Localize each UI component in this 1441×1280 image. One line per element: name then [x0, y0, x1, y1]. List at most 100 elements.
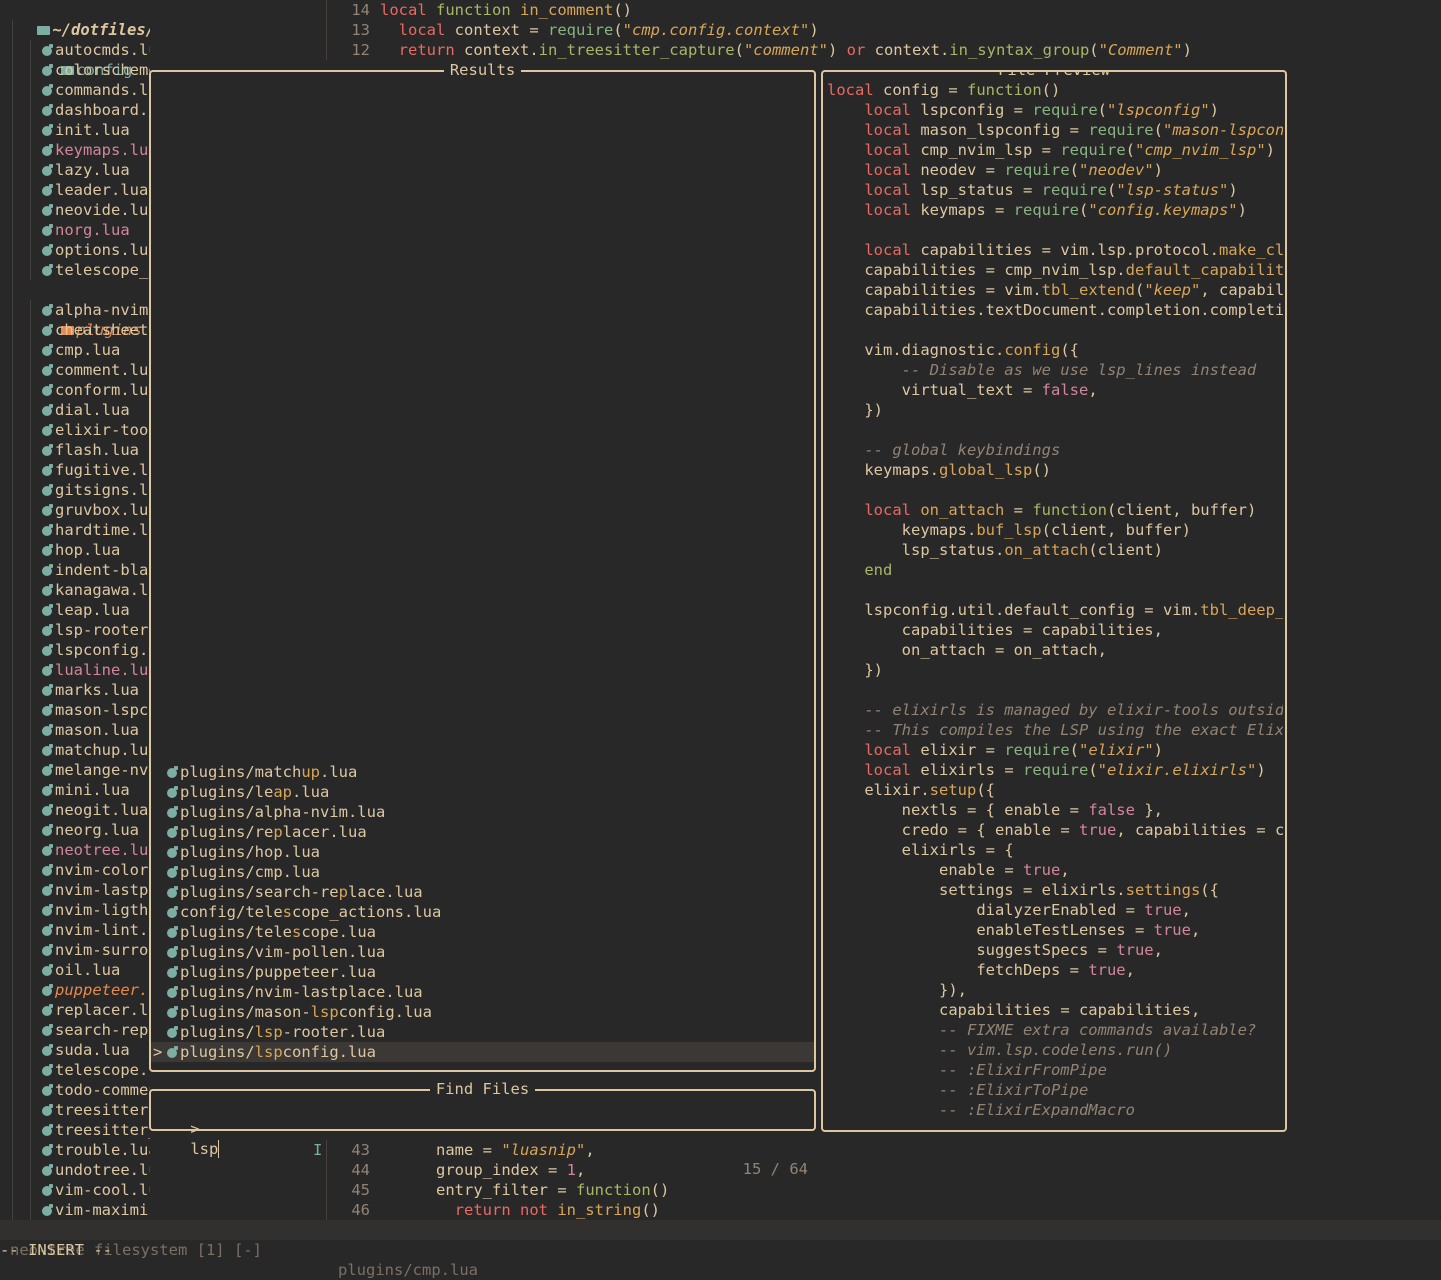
tree-file-item[interactable]: cmp.lua [0, 340, 150, 360]
tree-file-item[interactable]: treesitter. [0, 1100, 150, 1120]
tree-file-item[interactable]: mason.lua [0, 720, 150, 740]
code-line[interactable]: 43 name = "luasnip", [330, 1140, 1441, 1160]
result-item[interactable]: plugins/hop.lua [151, 842, 814, 862]
result-item[interactable]: plugins/puppeteer.lua [151, 962, 814, 982]
lua-file-icon [42, 84, 53, 96]
result-item[interactable]: plugins/nvim-lastplace.lua [151, 982, 814, 1002]
tree-file-item[interactable]: treesitter_ [0, 1120, 150, 1140]
tree-file-item[interactable]: vim-maximizer.lua [0, 1200, 150, 1220]
tree-file-item[interactable]: kanagawa.lu [0, 580, 150, 600]
tree-file-item[interactable]: autocmds.lua [0, 40, 150, 60]
telescope-prompt[interactable]: Find Files > lsp 15 / 64 [149, 1080, 816, 1178]
bottom-editor[interactable]: 43 name = "luasnip", 44 group_index = 1, 4… [330, 1140, 1441, 1220]
tree-file-item[interactable]: neovide.lua [0, 200, 150, 220]
result-item[interactable]: plugins/search-replace.lua [151, 882, 814, 902]
tree-file-item[interactable]: vim-cool.lua [0, 1180, 150, 1200]
tree-file-item[interactable]: conform.lua [0, 380, 150, 400]
result-item[interactable]: plugins/alpha-nvim.lua [151, 802, 814, 822]
tree-file-item[interactable]: init.lua [0, 120, 150, 140]
tree-file-item[interactable]: fugitive.lu [0, 460, 150, 480]
result-item[interactable]: plugins/mason-lspconfig.lua [151, 1002, 814, 1022]
tree-file-item[interactable]: hop.lua [0, 540, 150, 560]
prompt-input[interactable]: lsp [190, 1140, 220, 1158]
tree-file-item[interactable]: hardtime.lu [0, 520, 150, 540]
tree-file-item[interactable]: leap.lua [0, 600, 150, 620]
tree-file-item[interactable]: norg.lua [0, 220, 150, 240]
tree-file-item[interactable]: cheatsheet. [0, 320, 150, 340]
tree-file-item[interactable]: trouble.lua [0, 1140, 150, 1160]
file-preview[interactable]: File Preview local config = function() l… [821, 70, 1287, 1132]
tree-file-item[interactable]: dashboard.l [0, 100, 150, 120]
tree-file-item[interactable]: commands.lu [0, 80, 150, 100]
tree-file-item[interactable]: neotree.lua [0, 840, 150, 860]
tree-file-item[interactable]: lualine.lua [0, 660, 150, 680]
tree-file-item[interactable]: lspconfig.l [0, 640, 150, 660]
tree-file-item[interactable]: nvim-lint.l [0, 920, 150, 940]
telescope-results[interactable]: Results plugins/matchup.lua plugins/leap.… [149, 61, 816, 1072]
tree-file-item[interactable]: undotree.lua [0, 1160, 150, 1180]
tree-file-item[interactable]: gitsigns.lu [0, 480, 150, 500]
file-tree[interactable]: ~/dotfiles/.config/nvim/lua config autoc… [0, 0, 150, 1220]
code-line[interactable]: 14 local function in_comment() [330, 0, 1441, 20]
tree-file-item[interactable]: nvim-colori [0, 860, 150, 880]
code-line[interactable]: 13 local context = require("cmp.config.c… [330, 20, 1441, 40]
tree-file-item[interactable]: flash.lua [0, 440, 150, 460]
tree-file-item[interactable]: mini.lua [0, 780, 150, 800]
tree-file-item[interactable]: oil.lua [0, 960, 150, 980]
tree-file-item[interactable]: replacer.lu [0, 1000, 150, 1020]
tree-file-item[interactable]: neogit.lua [0, 800, 150, 820]
tree-file-item[interactable]: neorg.lua [0, 820, 150, 840]
tree-file-item[interactable]: elixir-tool [0, 420, 150, 440]
tree-file-item[interactable]: keymaps.lua [0, 140, 150, 160]
tree-file-item[interactable]: matchup.lua [0, 740, 150, 760]
tree-file-item[interactable]: melange-nvi [0, 760, 150, 780]
tree-file-item[interactable]: options.lua [0, 240, 150, 260]
result-item[interactable]: plugins/replacer.lua [151, 822, 814, 842]
tree-file-item[interactable]: nvim-lastpl [0, 880, 150, 900]
statusline-right: plugins/cmp.lua [338, 1261, 478, 1279]
tree-file-item[interactable]: lazy.lua [0, 160, 150, 180]
tree-file-item[interactable]: gruvbox.lua [0, 500, 150, 520]
tree-file-item[interactable]: dial.lua [0, 400, 150, 420]
statusline: neo-tree filesystem [1] [-] plugins/cmp.… [0, 1220, 1441, 1279]
tree-file-item[interactable]: indent-blan [0, 560, 150, 580]
tree-file-item[interactable]: nvim-surrou [0, 940, 150, 960]
top-editor[interactable]: 14 local function in_comment() 13 local co… [330, 0, 1441, 60]
result-item[interactable]: plugins/vim-pollen.lua [151, 942, 814, 962]
tree-file-item[interactable]: leader.lua [0, 180, 150, 200]
tree-file-item[interactable]: alpha-nvim. [0, 300, 150, 320]
tree-file-item[interactable]: telescope_a [0, 260, 150, 280]
tree-root[interactable]: ~/dotfiles/.config/nvim/lua [0, 0, 150, 39]
tree-dir-plugins[interactable]: plugins [0, 280, 150, 339]
result-item[interactable]: plugins/lsp-rooter.lua [151, 1022, 814, 1042]
result-item[interactable]: plugins/leap.lua [151, 782, 814, 802]
code-token: }) [864, 661, 883, 679]
result-item[interactable]: > plugins/lspconfig.lua [151, 1042, 814, 1062]
tree-file-item[interactable]: search-repl [0, 1020, 150, 1040]
tree-dir-config[interactable]: config [0, 20, 150, 79]
tree-file-item[interactable]: suda.lua [0, 1040, 150, 1060]
preview-line: }), [823, 980, 1283, 1000]
code-token: -- :ElixirToPipe [938, 1081, 1089, 1099]
code-line[interactable]: 12 return context.in_treesitter_capture(… [330, 40, 1441, 60]
tree-file-item[interactable]: comment.lua [0, 360, 150, 380]
code-line[interactable]: 45 entry_filter = function() [330, 1180, 1441, 1200]
tree-file-item[interactable]: todo-commen [0, 1080, 150, 1100]
lua-file-icon [167, 846, 178, 858]
code-line[interactable]: 46 return not in_string() [330, 1200, 1441, 1220]
tree-file-item[interactable]: puppeteer.l [0, 980, 150, 1000]
result-item[interactable]: plugins/cmp.lua [151, 862, 814, 882]
tree-file-item[interactable]: lsp-rooter. [0, 620, 150, 640]
code-line[interactable]: 44 group_index = 1, [330, 1160, 1441, 1180]
tree-file-item[interactable]: mason-lspco [0, 700, 150, 720]
result-item[interactable]: plugins/telescope.lua [151, 922, 814, 942]
code-token: = [1022, 181, 1042, 199]
tree-file-item[interactable]: nvim-ligthb [0, 900, 150, 920]
tree-file-item[interactable]: marks.lua [0, 680, 150, 700]
result-path-part: plugins/nvim-lastplace.lua [180, 983, 423, 1001]
result-item[interactable]: config/telescope_actions.lua [151, 902, 814, 922]
tree-file-item[interactable]: telescope.l [0, 1060, 150, 1080]
result-item[interactable]: plugins/matchup.lua [151, 762, 814, 782]
code-token: context [454, 21, 530, 39]
tree-file-item[interactable]: colorscheme [0, 60, 150, 80]
